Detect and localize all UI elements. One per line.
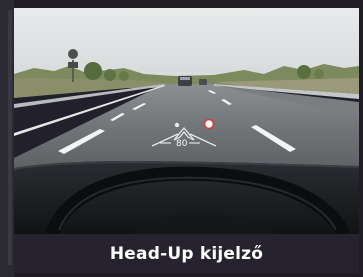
vehicle (199, 79, 207, 85)
tree (84, 62, 102, 80)
hud-card[interactable]: 80 Head-Up kijelző (14, 8, 359, 273)
vehicle-window (180, 77, 190, 80)
previous-slide-strip (8, 10, 12, 265)
sign-panel (68, 62, 78, 68)
road-sign (68, 49, 78, 59)
tree (104, 69, 116, 81)
hud-speed-sign-icon (203, 118, 215, 130)
tree (119, 71, 129, 81)
caption-title: Head-Up kijelző (109, 243, 264, 264)
hud-dot (174, 122, 180, 128)
previous-slide-edge (0, 0, 14, 277)
tree (314, 69, 324, 79)
hud-speed-readout: 80 (176, 139, 188, 149)
windshield-view-image: 80 (14, 8, 359, 234)
tree (297, 65, 311, 79)
caption-bar: Head-Up kijelző (14, 234, 359, 273)
